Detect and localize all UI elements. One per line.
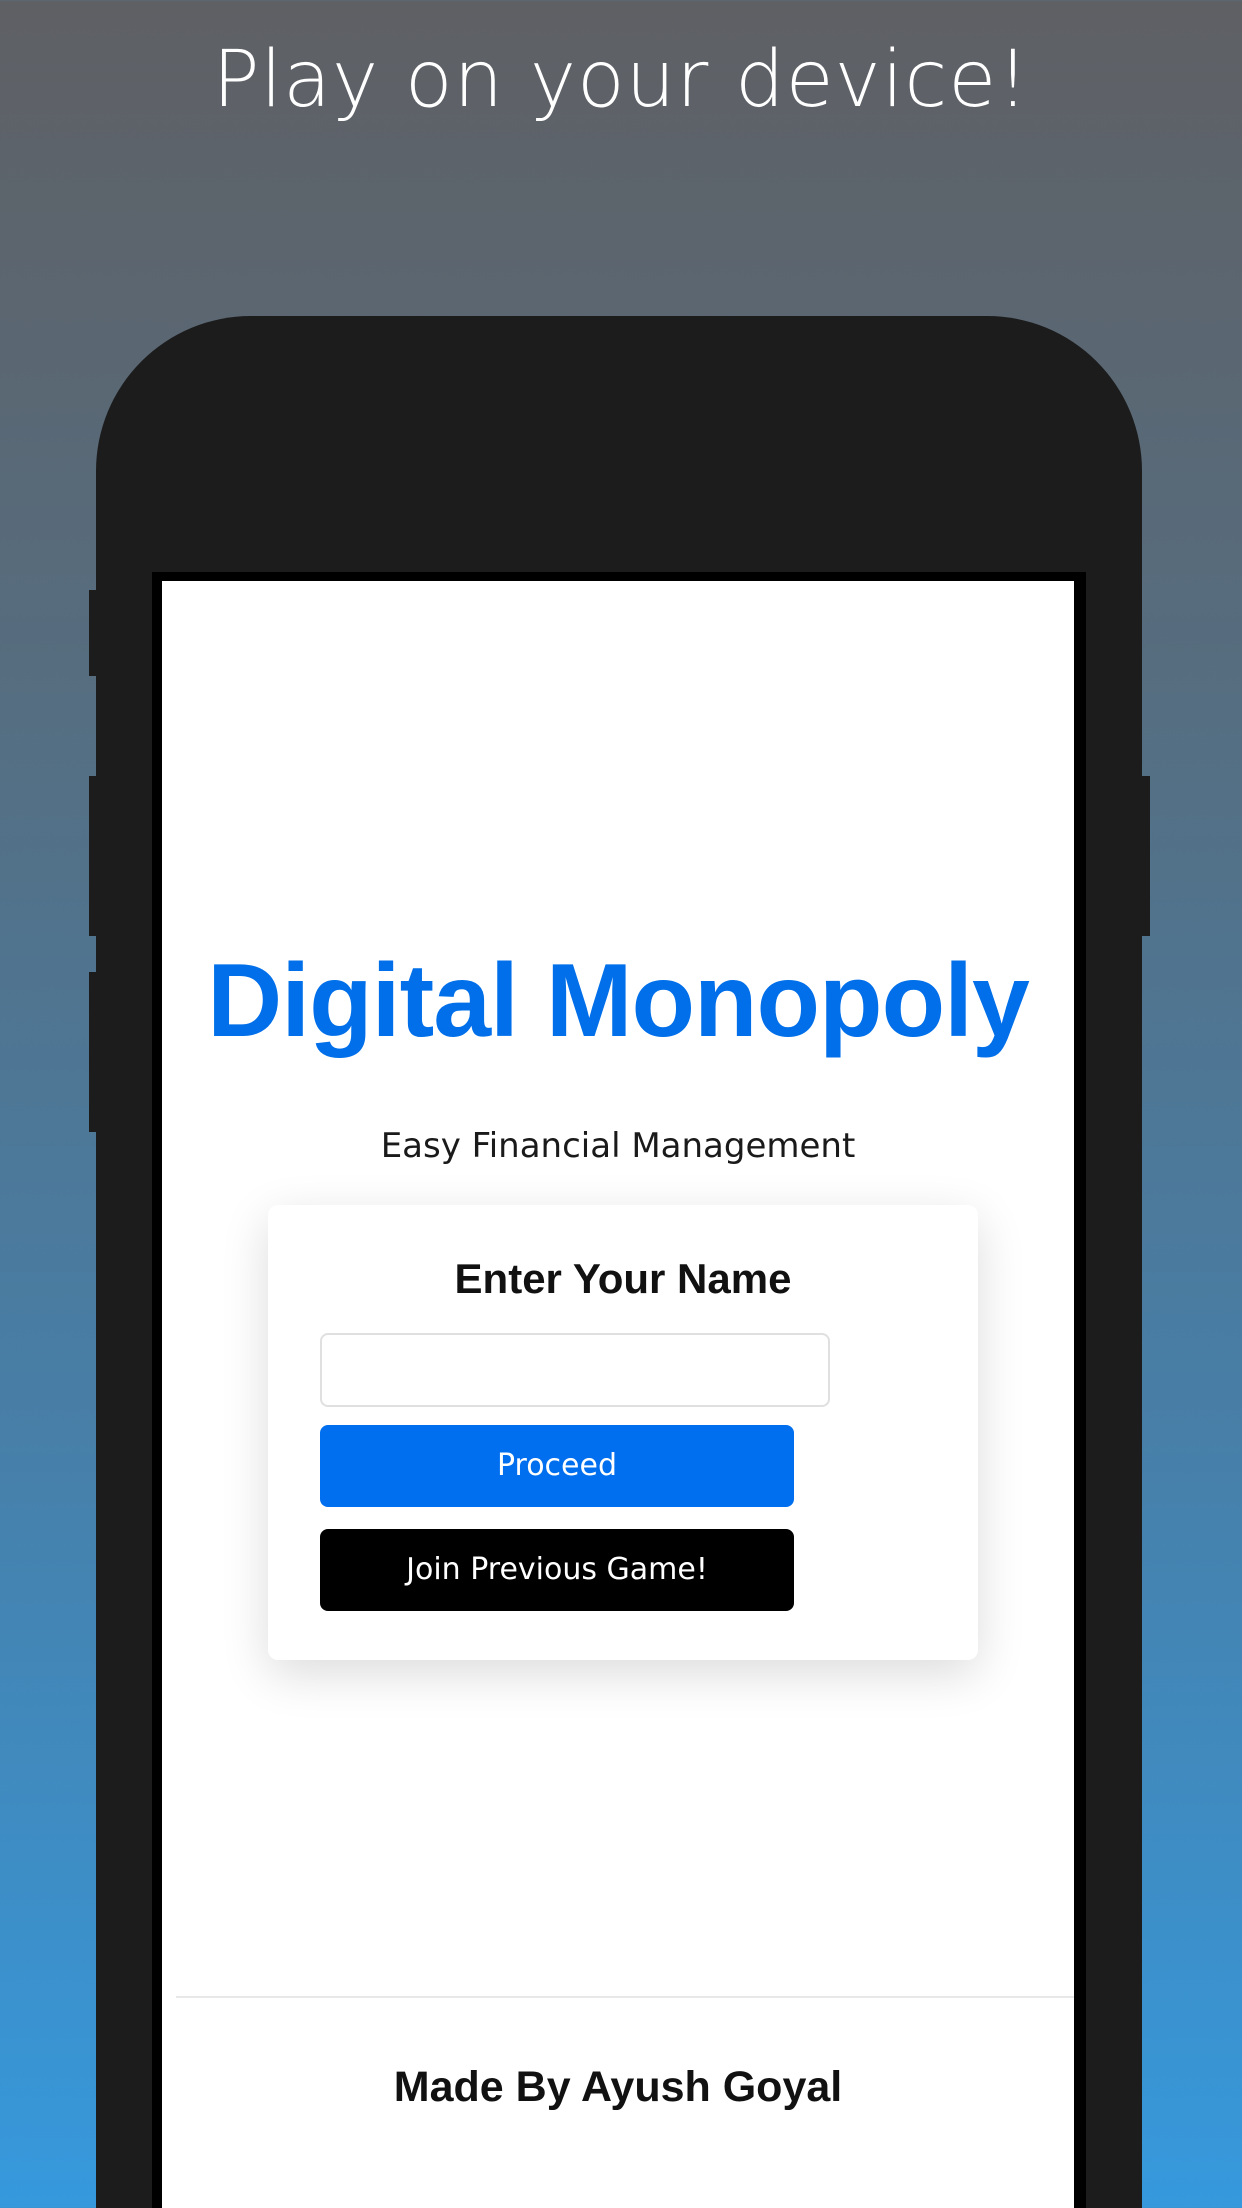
app-view: Digital Monopoly Easy Financial Manageme… <box>162 581 1074 2208</box>
footer-divider <box>176 1996 1074 1998</box>
name-entry-card: Enter Your Name Proceed Join Previous Ga… <box>268 1205 978 1660</box>
app-title: Digital Monopoly <box>207 943 1030 1059</box>
join-previous-game-button[interactable]: Join Previous Game! <box>320 1529 794 1611</box>
footer-credit: Made By Ayush Goyal <box>393 2063 843 2111</box>
name-entry-heading: Enter Your Name <box>454 1255 792 1302</box>
phone-screen: Digital Monopoly Easy Financial Manageme… <box>152 572 1086 2208</box>
app-subtitle: Easy Financial Management <box>380 1126 856 1166</box>
promo-headline: Play on your device! <box>212 35 1030 125</box>
proceed-button[interactable]: Proceed <box>320 1425 794 1507</box>
name-input[interactable] <box>320 1333 830 1407</box>
